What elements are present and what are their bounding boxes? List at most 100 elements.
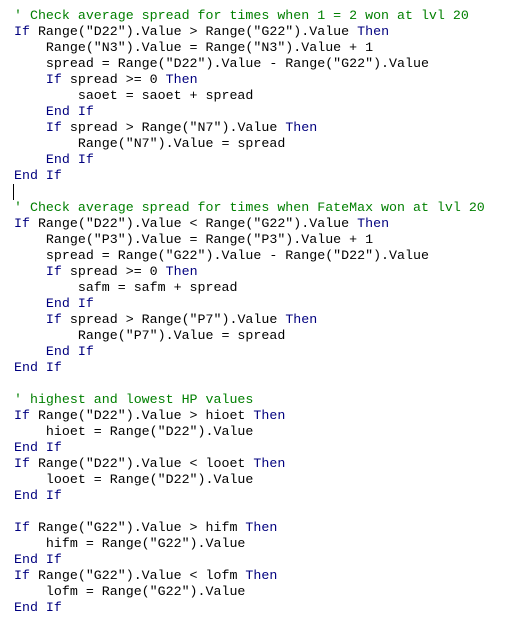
code-token: lofm = Range("G22").Value: [14, 584, 246, 599]
code-line[interactable]: If Range("D22").Value < looet Then: [14, 456, 485, 472]
code-line[interactable]: If Range("G22").Value < lofm Then: [14, 568, 485, 584]
code-token: Range("G22").Value < lofm: [29, 568, 246, 583]
keyword-token: Then: [165, 264, 198, 279]
code-line[interactable]: Range("N3").Value = Range("N3").Value + …: [14, 40, 485, 56]
code-line[interactable]: Range("P7").Value = spread: [14, 328, 485, 344]
code-line[interactable]: spread = Range("G22").Value - Range("D22…: [14, 248, 485, 264]
code-editor[interactable]: ' Check average spread for times when 1 …: [13, 8, 485, 616]
code-token: spread > Range("P7").Value: [61, 312, 286, 327]
code-line[interactable]: If spread >= 0 Then: [14, 72, 485, 88]
code-line[interactable]: End If: [14, 152, 485, 168]
code-line[interactable]: End If: [14, 296, 485, 312]
code-line[interactable]: hifm = Range("G22").Value: [14, 536, 485, 552]
keyword-token: End If: [45, 296, 94, 311]
keyword-token: End If: [45, 104, 94, 119]
code-token: Range("D22").Value > Range("G22").Value: [29, 24, 358, 39]
keyword-token: End If: [14, 600, 62, 615]
code-token: Range("D22").Value < looet: [29, 456, 254, 471]
code-token: spread = Range("G22").Value - Range("D22…: [14, 248, 429, 263]
comment-token: ' Check average spread for times when Fa…: [14, 200, 485, 215]
code-line[interactable]: safm = safm + spread: [14, 280, 485, 296]
keyword-token: If: [45, 72, 62, 87]
code-line[interactable]: Range("P3").Value = Range("P3").Value + …: [14, 232, 485, 248]
keyword-token: If: [14, 520, 30, 535]
code-line[interactable]: End If: [14, 168, 485, 184]
code-line[interactable]: ' Check average spread for times when Fa…: [14, 200, 485, 216]
comment-token: ' Check average spread for times when 1 …: [14, 8, 469, 23]
code-line[interactable]: ' Check average spread for times when 1 …: [14, 8, 485, 24]
keyword-token: Then: [285, 120, 318, 135]
code-line[interactable]: If spread > Range("P7").Value Then: [14, 312, 485, 328]
code-line[interactable]: lofm = Range("G22").Value: [14, 584, 485, 600]
code-token: Range("D22").Value < Range("G22").Value: [29, 216, 358, 231]
code-line[interactable]: End If: [14, 552, 485, 568]
code-line[interactable]: If Range("D22").Value < Range("G22").Val…: [14, 216, 485, 232]
code-token: hifm = Range("G22").Value: [14, 536, 246, 551]
code-token: looet = Range("D22").Value: [14, 472, 254, 487]
code-token: spread >= 0: [61, 264, 166, 279]
keyword-token: If: [45, 120, 62, 135]
keyword-token: If: [14, 24, 30, 39]
code-line[interactable]: saoet = saoet + spread: [14, 88, 485, 104]
code-token: Range("N3").Value = Range("N3").Value + …: [14, 40, 374, 55]
blank-line[interactable]: [14, 376, 485, 392]
code-line[interactable]: ' highest and lowest HP values: [14, 392, 485, 408]
code-token: hioet = Range("D22").Value: [14, 424, 254, 439]
keyword-token: If: [14, 568, 30, 583]
code-token: Range("G22").Value > hifm: [29, 520, 246, 535]
code-token: Range("N7").Value = spread: [14, 136, 286, 151]
code-line[interactable]: Range("N7").Value = spread: [14, 136, 485, 152]
code-line[interactable]: hioet = Range("D22").Value: [14, 424, 485, 440]
code-line[interactable]: End If: [14, 488, 485, 504]
keyword-token: Then: [285, 312, 318, 327]
keyword-token: Then: [245, 520, 278, 535]
blank-line[interactable]: [14, 504, 485, 520]
code-line[interactable]: If Range("D22").Value > Range("G22").Val…: [14, 24, 485, 40]
code-line[interactable]: End If: [14, 344, 485, 360]
keyword-token: If: [45, 264, 62, 279]
keyword-token: End If: [14, 360, 62, 375]
keyword-token: End If: [14, 488, 62, 503]
blank-line[interactable]: [13, 184, 485, 200]
code-token: spread > Range("N7").Value: [61, 120, 286, 135]
keyword-token: Then: [245, 568, 278, 583]
keyword-token: If: [14, 456, 30, 471]
code-token: spread = Range("D22").Value - Range("G22…: [14, 56, 429, 71]
keyword-token: End If: [45, 344, 94, 359]
text-cursor: [13, 184, 14, 200]
code-line[interactable]: If Range("G22").Value > hifm Then: [14, 520, 485, 536]
code-line[interactable]: looet = Range("D22").Value: [14, 472, 485, 488]
keyword-token: Then: [357, 216, 390, 231]
comment-token: ' highest and lowest HP values: [14, 392, 254, 407]
keyword-token: If: [14, 216, 30, 231]
code-token: safm = safm + spread: [14, 280, 238, 295]
code-token: saoet = saoet + spread: [14, 88, 254, 103]
keyword-token: End If: [14, 440, 62, 455]
code-line[interactable]: If Range("D22").Value > hioet Then: [14, 408, 485, 424]
code-token: Range("D22").Value > hioet: [29, 408, 254, 423]
keyword-token: End If: [45, 152, 94, 167]
keyword-token: End If: [14, 552, 62, 567]
keyword-token: Then: [357, 24, 390, 39]
code-line[interactable]: End If: [14, 104, 485, 120]
code-line[interactable]: End If: [14, 600, 485, 616]
keyword-token: If: [14, 408, 30, 423]
code-line[interactable]: spread = Range("D22").Value - Range("G22…: [14, 56, 485, 72]
code-line[interactable]: End If: [14, 360, 485, 376]
keyword-token: End If: [14, 168, 62, 183]
code-line[interactable]: If spread >= 0 Then: [14, 264, 485, 280]
keyword-token: If: [45, 312, 62, 327]
keyword-token: Then: [165, 72, 198, 87]
code-token: Range("P7").Value = spread: [14, 328, 286, 343]
code-line[interactable]: End If: [14, 440, 485, 456]
code-line[interactable]: If spread > Range("N7").Value Then: [14, 120, 485, 136]
code-token: spread >= 0: [61, 72, 166, 87]
